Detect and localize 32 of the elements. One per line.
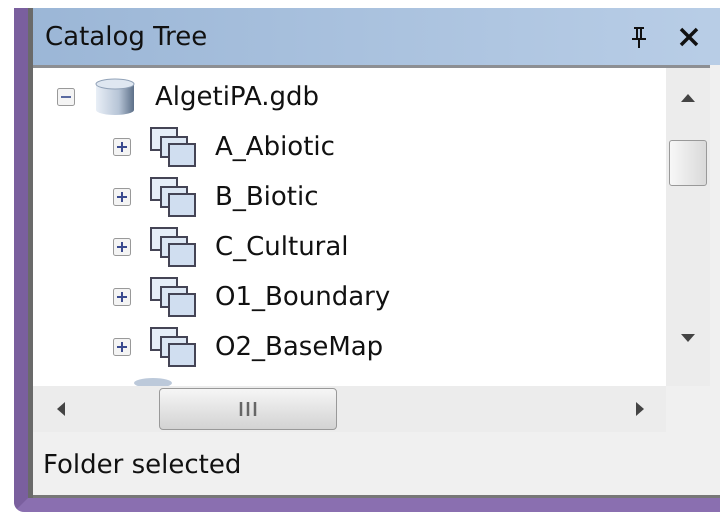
scroll-up-icon[interactable] bbox=[681, 94, 695, 102]
expand-icon[interactable] bbox=[113, 188, 131, 206]
stacked-windows-icon bbox=[149, 276, 197, 318]
status-text: Folder selected bbox=[43, 450, 242, 480]
stacked-windows-icon bbox=[149, 226, 197, 268]
tree-item-label[interactable]: O1_Boundary bbox=[215, 282, 390, 312]
scroll-thumb[interactable] bbox=[159, 388, 337, 430]
stacked-windows-icon bbox=[149, 326, 197, 368]
tree-item-label[interactable]: O2_BaseMap bbox=[215, 332, 384, 362]
expand-icon[interactable] bbox=[113, 138, 131, 156]
tree-item-label[interactable]: AlgetiPA.gdb bbox=[155, 82, 320, 112]
tree-item-label[interactable]: B_Biotic bbox=[215, 182, 319, 212]
scroll-thumb[interactable] bbox=[669, 140, 707, 186]
scroll-down-icon[interactable] bbox=[681, 334, 695, 342]
pin-icon[interactable] bbox=[630, 24, 648, 48]
scroll-right-icon[interactable] bbox=[636, 402, 644, 416]
scroll-left-icon[interactable] bbox=[57, 402, 65, 416]
stacked-windows-icon bbox=[149, 176, 197, 218]
expand-icon[interactable] bbox=[113, 338, 131, 356]
tree-item-label[interactable]: A_Abiotic bbox=[215, 132, 335, 162]
collapse-icon[interactable] bbox=[57, 88, 75, 106]
horizontal-scrollbar[interactable] bbox=[33, 386, 666, 432]
stacked-windows-icon bbox=[149, 126, 197, 168]
tree-item-label[interactable]: C_Cultural bbox=[215, 232, 349, 262]
database-icon bbox=[131, 376, 175, 386]
expand-icon[interactable] bbox=[113, 288, 131, 306]
expand-icon[interactable] bbox=[113, 238, 131, 256]
grip-icon bbox=[239, 402, 257, 416]
close-icon[interactable] bbox=[678, 26, 700, 48]
database-icon bbox=[93, 77, 137, 117]
panel-title: Catalog Tree bbox=[45, 22, 208, 52]
vertical-scrollbar[interactable] bbox=[666, 68, 710, 386]
